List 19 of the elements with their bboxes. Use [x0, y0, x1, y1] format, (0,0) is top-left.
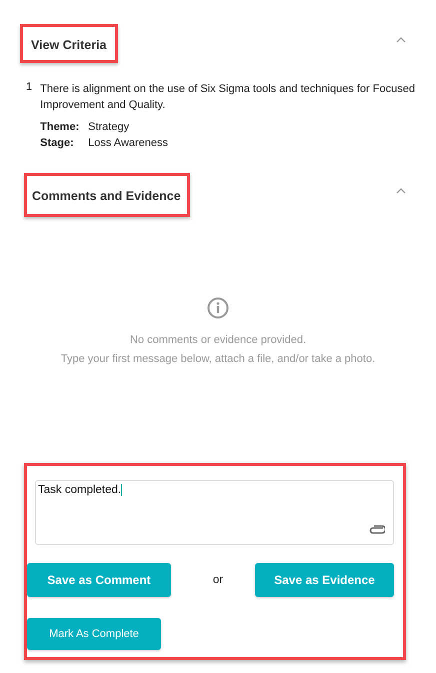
field-value: Loss Awareness	[88, 136, 168, 151]
save-comment-button[interactable]: Save as Comment	[27, 563, 171, 597]
chevron-icon[interactable]	[396, 36, 406, 42]
section-title: View Criteria	[31, 38, 107, 52]
criterion-text: There is alignment on the use of Six Sigma tools and techniques for Focused Improvement and Quality.	[40, 82, 416, 113]
info-icon	[207, 297, 229, 319]
field-label: Stage:	[40, 136, 75, 151]
chevron-icon[interactable]	[396, 188, 406, 194]
paperclip-icon[interactable]	[369, 524, 385, 534]
field-label: Theme:	[40, 120, 80, 135]
save-evidence-button[interactable]: Save as Evidence	[254, 563, 394, 597]
empty-message: No comments or evidence provided.	[130, 333, 306, 348]
criterion-number: 1	[26, 81, 32, 95]
mark-complete-button[interactable]: Mark As Complete	[27, 618, 161, 650]
or-separator: or	[212, 574, 224, 586]
section-title: Comments and Evidence	[32, 189, 181, 203]
empty-hint: Type your first message below, attach a file, and/or take a photo.	[60, 352, 376, 367]
message-field[interactable]: Task completed.	[35, 480, 394, 545]
field-value: Strategy	[88, 120, 130, 135]
